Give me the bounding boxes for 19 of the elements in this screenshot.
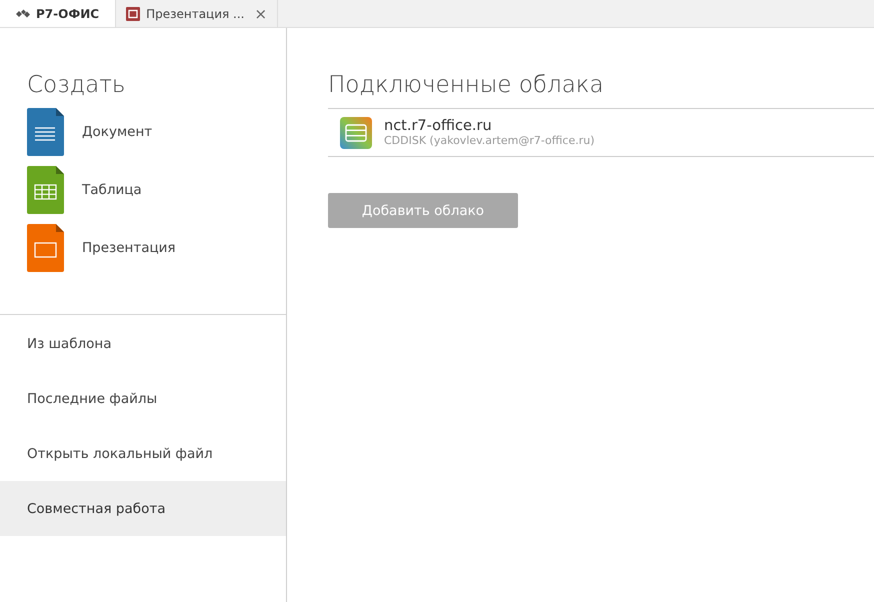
presentation-icon [126,6,140,20]
sidebar-item[interactable]: Открыть локальный файл [0,426,286,481]
diamonds-logo-icon [16,9,30,18]
sidebar-item[interactable]: Из шаблона [0,316,286,371]
cloud-name[interactable]: nct.r7-office.ru [384,118,595,134]
section-title: Подключенные облака [328,72,605,98]
sidebar-item[interactable]: Последние файлы [0,371,286,426]
spreadsheet-file-icon [27,166,64,214]
create-item[interactable]: Презентация [82,240,176,256]
create-item[interactable]: Таблица [82,182,142,198]
create-item[interactable]: Документ [82,124,152,140]
document-file-icon [27,108,64,156]
close-button[interactable]: × [254,4,268,22]
presentation-file-icon [27,224,64,272]
cloud-account: CDDISK (yakovlev.artem@r7-office.ru) [384,134,595,147]
sidebar-item[interactable]: Совместная работа [0,481,286,536]
sidebar-title: Создать [27,72,126,98]
tab[interactable]: Р7-ОФИС [0,0,116,27]
cloud-storage-icon [340,116,372,148]
